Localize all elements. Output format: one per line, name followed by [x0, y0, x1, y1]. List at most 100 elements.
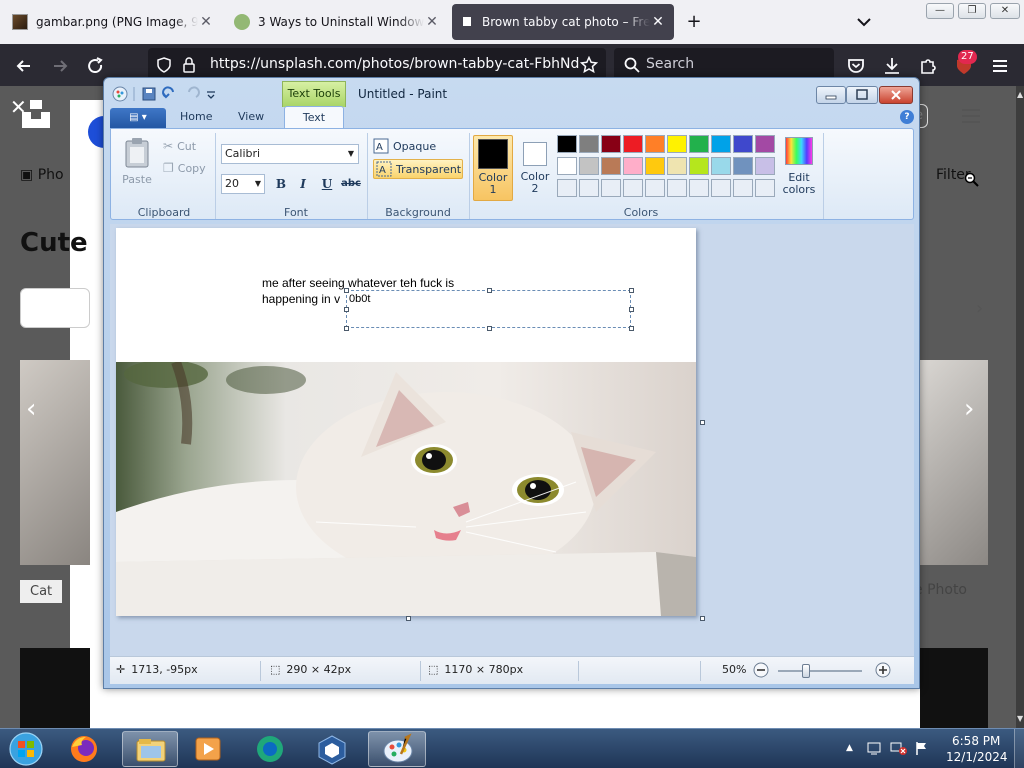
custom-color-slot[interactable]	[711, 179, 731, 197]
palette-swatch[interactable]	[557, 157, 577, 175]
site-menu-icon[interactable]	[960, 108, 982, 124]
zoom-slider-thumb[interactable]	[802, 664, 810, 678]
scroll-down-icon[interactable]: ▼	[1017, 714, 1023, 723]
custom-color-slot[interactable]	[755, 179, 775, 197]
action-center-icon[interactable]	[866, 740, 882, 756]
palette-swatch[interactable]	[623, 157, 643, 175]
undo-icon[interactable]	[162, 86, 174, 99]
help-icon[interactable]: ?	[900, 110, 914, 124]
image-canvas[interactable]: me after seeing whatever teh fuck is hap…	[116, 228, 705, 621]
related-photo-right[interactable]	[920, 360, 988, 565]
resize-handle[interactable]	[344, 307, 349, 312]
redo-icon[interactable]	[188, 86, 200, 98]
tab-view[interactable]: View	[238, 110, 264, 123]
custom-color-slot[interactable]	[601, 179, 621, 197]
maximize-button[interactable]	[846, 86, 878, 104]
tab-text[interactable]: Text	[284, 106, 344, 128]
extensions-puzzle-icon[interactable]	[918, 56, 938, 76]
zoom-in-button[interactable]	[874, 661, 892, 679]
minimize-window-button[interactable]: —	[926, 3, 954, 19]
zoom-out-button[interactable]	[752, 661, 770, 679]
flag-icon[interactable]	[914, 740, 930, 756]
palette-swatch[interactable]	[601, 157, 621, 175]
restore-window-button[interactable]: ❐	[958, 3, 986, 19]
url-text[interactable]: https://unsplash.com/photos/brown-tabby-…	[210, 56, 580, 72]
palette-swatch[interactable]	[689, 157, 709, 175]
paste-button[interactable]: Paste	[121, 137, 153, 189]
taskbar-virtualbox[interactable]	[308, 731, 356, 767]
pocket-icon[interactable]	[846, 56, 866, 76]
palette-swatch[interactable]	[557, 135, 577, 153]
close-window-button[interactable]: ✕	[990, 3, 1020, 19]
palette-swatch[interactable]	[711, 157, 731, 175]
taskbar-explorer[interactable]	[122, 731, 178, 767]
tab-uninstall-windows[interactable]: 3 Ways to Uninstall Windows - ... ✕	[226, 4, 448, 40]
palette-swatch[interactable]	[667, 135, 687, 153]
tab-gambar[interactable]: gambar.png (PNG Image, 907 × ... ✕	[4, 4, 222, 40]
related-photo-left[interactable]	[20, 360, 90, 565]
zoom-slider[interactable]	[778, 664, 862, 678]
related-photo-bottom-left[interactable]	[20, 648, 90, 728]
custom-color-slot[interactable]	[579, 179, 599, 197]
downloads-icon[interactable]	[882, 56, 902, 76]
canvas-resize-handle[interactable]	[700, 420, 705, 425]
custom-color-slot[interactable]	[733, 179, 753, 197]
clock-date[interactable]: 12/1/2024	[946, 750, 1008, 764]
resize-handle[interactable]	[629, 326, 634, 331]
palette-swatch[interactable]	[755, 135, 775, 153]
related-photo-bottom-right[interactable]	[920, 648, 988, 728]
palette-swatch[interactable]	[689, 135, 709, 153]
start-button[interactable]	[6, 731, 46, 767]
new-tab-button[interactable]: +	[684, 12, 704, 32]
lock-icon[interactable]	[182, 57, 196, 73]
opaque-button[interactable]: A Opaque	[373, 137, 463, 155]
clock-time[interactable]: 6:58 PM	[952, 734, 1000, 748]
close-icon[interactable]: ✕	[198, 14, 214, 30]
underline-button[interactable]: U	[317, 174, 337, 194]
palette-swatch[interactable]	[711, 135, 731, 153]
canvas-area[interactable]: me after seeing whatever teh fuck is hap…	[110, 224, 914, 656]
bookmark-star-icon[interactable]	[580, 56, 598, 74]
copy-button[interactable]: ❐ Copy	[163, 161, 206, 175]
italic-button[interactable]: I	[293, 174, 313, 194]
font-family-dropdown[interactable]: Calibri ▼	[221, 144, 359, 164]
close-button[interactable]	[879, 86, 913, 104]
font-size-dropdown[interactable]: 20 ▼	[221, 174, 265, 194]
canvas-resize-handle[interactable]	[406, 616, 411, 621]
taskbar-paint[interactable]	[368, 731, 426, 767]
strikethrough-button[interactable]: abc	[339, 174, 363, 194]
resize-handle[interactable]	[487, 288, 492, 293]
resize-handle[interactable]	[487, 326, 492, 331]
tab-list-chevron-down-icon[interactable]	[854, 12, 874, 32]
palette-swatch[interactable]	[645, 135, 665, 153]
forward-arrow-icon[interactable]	[50, 56, 70, 76]
unsplash-logo-icon[interactable]	[20, 98, 52, 130]
close-icon[interactable]: ✕	[424, 14, 440, 30]
chevron-right-icon[interactable]: ›	[976, 298, 983, 319]
search-placeholder[interactable]: Search	[646, 56, 694, 72]
photos-tab[interactable]: ▣ Pho	[20, 167, 64, 183]
palette-swatch[interactable]	[601, 135, 621, 153]
resize-handle[interactable]	[344, 326, 349, 331]
minimize-button[interactable]	[816, 86, 846, 104]
save-icon[interactable]	[142, 87, 156, 101]
custom-color-slot[interactable]	[689, 179, 709, 197]
network-disconnected-icon[interactable]	[890, 740, 908, 756]
resize-handle[interactable]	[629, 288, 634, 293]
customize-qat-icon[interactable]	[207, 91, 215, 99]
show-desktop-button[interactable]	[1014, 729, 1024, 768]
tray-expand-icon[interactable]: ▲	[846, 743, 853, 753]
transparent-button[interactable]: A Transparent	[373, 159, 463, 179]
palette-swatch[interactable]	[645, 157, 665, 175]
text-input-box[interactable]: 0b0t	[344, 288, 634, 331]
filter-pill[interactable]	[20, 288, 90, 328]
taskbar-media-player[interactable]	[184, 731, 232, 767]
resize-handle[interactable]	[629, 307, 634, 312]
color-2-selector[interactable]: Color 2	[517, 135, 553, 201]
previous-photo-icon[interactable]: ‹	[26, 394, 36, 424]
page-scrollbar[interactable]: ▲ ▼	[1016, 86, 1024, 728]
tag-chip-photo[interactable]: e Photo	[914, 582, 967, 598]
custom-color-slot[interactable]	[557, 179, 577, 197]
resize-handle[interactable]	[344, 288, 349, 293]
palette-swatch[interactable]	[623, 135, 643, 153]
